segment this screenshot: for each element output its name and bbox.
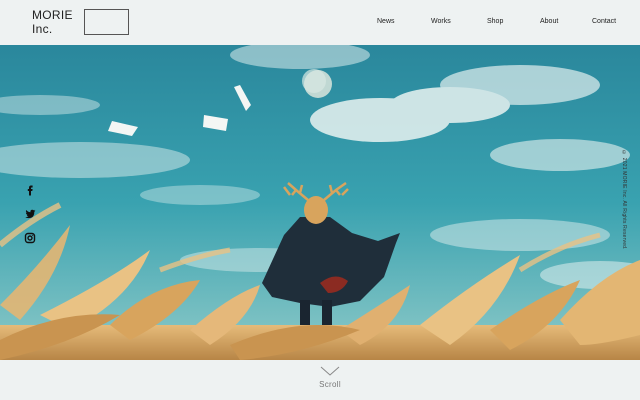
logo-line-2: Inc. — [32, 22, 53, 36]
hero-illustration — [0, 45, 640, 360]
nav-shop[interactable]: Shop — [487, 18, 503, 25]
social-links — [22, 182, 38, 254]
logo-mark-box — [84, 9, 129, 35]
facebook-icon[interactable] — [22, 182, 38, 198]
hero-scene — [0, 45, 640, 360]
logo-line-1: MORIE — [32, 8, 73, 22]
nav-works[interactable]: Works — [431, 18, 451, 25]
chevron-down-icon — [320, 366, 340, 376]
copyright-text: © 2021 MORIE Inc. All Rights Reserved. — [621, 150, 627, 250]
instagram-icon[interactable] — [22, 230, 38, 246]
site-header: MORIE Inc. News Works Shop About Contact — [0, 0, 640, 45]
twitter-icon[interactable] — [22, 206, 38, 222]
nav-news[interactable]: News — [377, 18, 395, 25]
scroll-indicator[interactable]: Scroll — [300, 366, 360, 389]
site-logo[interactable]: MORIE Inc. — [32, 8, 73, 36]
nav-about[interactable]: About — [540, 18, 558, 25]
scroll-label: Scroll — [319, 380, 341, 389]
nav-contact[interactable]: Contact — [592, 18, 616, 25]
